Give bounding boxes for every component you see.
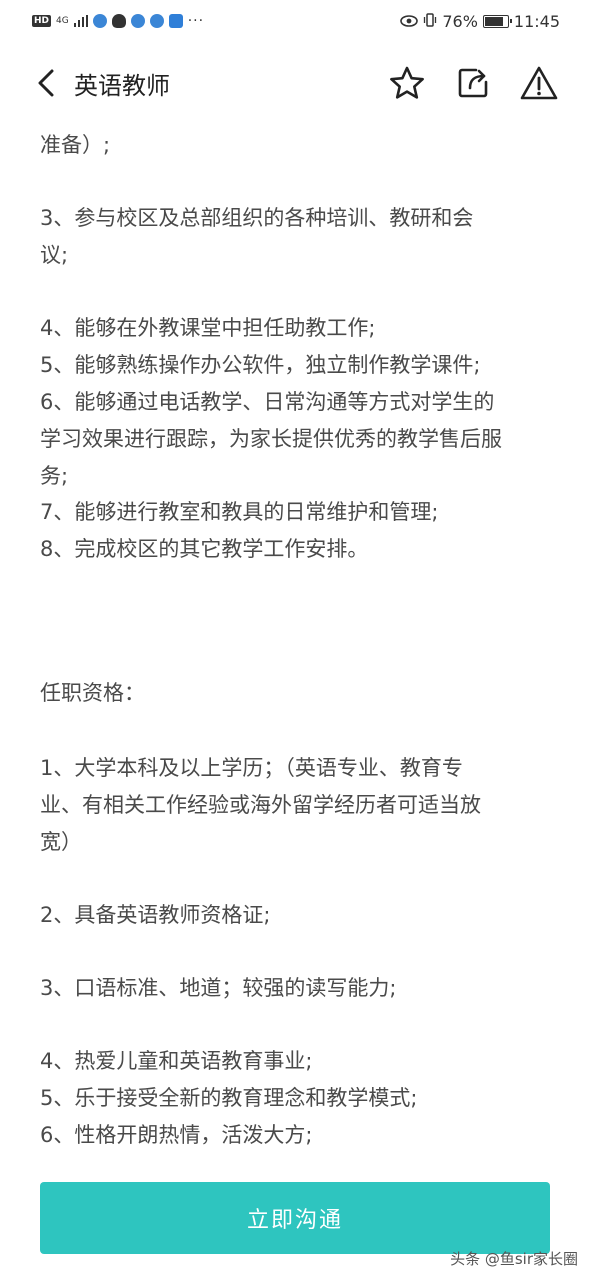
app-notification-icon xyxy=(149,14,164,28)
hd-badge: HD xyxy=(32,15,52,27)
star-icon xyxy=(390,66,424,99)
qq-icon xyxy=(111,14,126,28)
status-right: 76% 11:45 xyxy=(400,12,560,31)
battery-icon xyxy=(482,14,512,28)
page-title: 英语教师 xyxy=(74,71,170,100)
signal-icon xyxy=(73,12,88,31)
app-notification-icon xyxy=(130,14,145,28)
text-line: 务; xyxy=(40,464,69,488)
text-line: 5、能够熟练操作办公软件，独立制作教学课件; xyxy=(40,353,481,377)
favorite-button[interactable] xyxy=(386,62,428,104)
back-button[interactable] xyxy=(34,63,58,103)
nav-actions xyxy=(386,62,560,104)
text-line: 议; xyxy=(40,243,69,267)
warning-icon xyxy=(520,66,558,100)
text-line: 准备）; xyxy=(40,133,111,157)
share-icon xyxy=(458,68,488,98)
text-line: 1、大学本科及以上学历；（英语专业、教育专 xyxy=(40,756,463,780)
more-notifications-indicator: ··· xyxy=(187,13,205,29)
contact-now-button[interactable]: 立即沟通 xyxy=(40,1182,550,1254)
status-left: HD 4G ··· xyxy=(32,12,204,31)
clock: 11:45 xyxy=(513,11,560,31)
text-line: 4、热爱儿童和英语教育事业; xyxy=(40,1049,313,1073)
text-line: 宽） xyxy=(40,830,82,854)
text-line: 7、能够进行教室和教具的日常维护和管理; xyxy=(40,500,439,524)
app-notification-icon xyxy=(168,14,183,28)
battery-percent: 76% xyxy=(442,11,478,31)
text-line: 5、乐于接受全新的教育理念和教学模式; xyxy=(40,1086,418,1110)
text-line: 6、能够通过电话教学、日常沟通等方式对学生的 xyxy=(40,390,495,414)
text-line: 8、完成校区的其它教学工作安排。 xyxy=(40,537,369,561)
eye-icon xyxy=(400,12,419,31)
text-line: 4、能够在外教课堂中担任助教工作; xyxy=(40,316,376,340)
text-line: 3、参与校区及总部组织的各种培训、教研和会 xyxy=(40,206,474,230)
text-line: 2、具备英语教师资格证; xyxy=(40,903,271,927)
text-line: 业、有相关工作经验或海外留学经历者可适当放 xyxy=(40,793,481,817)
network-type: 4G xyxy=(56,15,69,26)
report-button[interactable] xyxy=(518,62,560,104)
nav-bar: 英语教师 xyxy=(0,42,590,124)
watermark: 头条 @鱼sir家长圈 xyxy=(450,1250,578,1268)
text-line: 6、性格开朗热情，活泼大方; xyxy=(40,1123,313,1147)
app-notification-icon xyxy=(92,14,107,28)
vibrate-icon xyxy=(423,12,437,31)
back-arrow-icon xyxy=(38,69,54,97)
text-line: 学习效果进行跟踪，为家长提供优秀的教学售后服 xyxy=(40,427,502,451)
text-line: 3、口语标准、地道；较强的读写能力; xyxy=(40,976,397,1000)
status-bar: HD 4G ··· 76% 11:45 xyxy=(0,0,590,42)
share-button[interactable] xyxy=(452,62,494,104)
section-heading: 任职资格： xyxy=(40,681,145,705)
